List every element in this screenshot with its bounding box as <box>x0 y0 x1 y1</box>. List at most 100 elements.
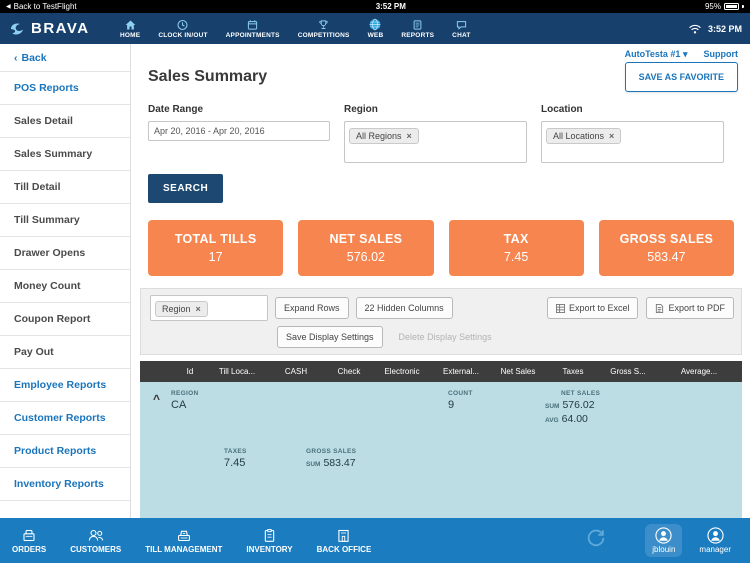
sidebar-item-sales-detail[interactable]: Sales Detail <box>0 105 130 138</box>
table-toolbar: Region × Expand Rows 22 Hidden Columns Ex… <box>140 288 742 355</box>
battery-icon <box>724 3 739 10</box>
export-excel-button[interactable]: Export to Excel <box>546 297 639 319</box>
avatar-icon <box>707 527 724 544</box>
hidden-columns-button[interactable]: 22 Hidden Columns <box>355 297 453 319</box>
trophy-icon <box>319 20 328 29</box>
footer-back-office[interactable]: BACK OFFICE <box>317 528 371 554</box>
search-button[interactable]: SEARCH <box>148 174 224 203</box>
save-as-favorite-button[interactable]: SAVE AS FAVORITE <box>624 62 738 92</box>
sidebar-item-pay-out[interactable]: Pay Out <box>0 336 130 369</box>
location-label: Location <box>541 104 583 115</box>
battery-percent: 95% <box>704 2 721 11</box>
group-region: REGION CA <box>171 390 199 411</box>
brand-name: BRAVA <box>31 20 90 37</box>
nav-competitions[interactable]: COMPETITIONS <box>298 19 350 39</box>
battery-indicator: 95% <box>705 2 744 11</box>
sidebar-item-inventory-reports[interactable]: Inventory Reports <box>0 468 130 501</box>
sidebar-item-money-count[interactable]: Money Count <box>0 270 130 303</box>
column-header-electronic[interactable]: Electronic <box>372 367 432 376</box>
back-to-testflight-label: Back to TestFlight <box>13 2 77 11</box>
kpi-total-tills: TOTAL TILLS 17 <box>148 220 284 276</box>
grouping-box[interactable]: Region × <box>150 295 268 321</box>
location-tag: All Locations × <box>546 128 622 144</box>
column-header-taxes[interactable]: Taxes <box>546 367 600 376</box>
footer-inventory[interactable]: INVENTORY <box>246 528 293 554</box>
status-time: 3:52 PM <box>375 2 406 11</box>
column-header-till-location[interactable]: Till Loca... <box>208 367 266 376</box>
remove-tag-icon[interactable]: × <box>609 131 614 141</box>
sidebar-back-link[interactable]: ‹ Back <box>0 44 130 72</box>
kpi-gross-sales: GROSS SALES 583.47 <box>598 220 734 276</box>
expand-rows-button[interactable]: Expand Rows <box>275 297 349 319</box>
sidebar-item-employee-reports[interactable]: Employee Reports <box>0 369 130 402</box>
column-header-net-sales[interactable]: Net Sales <box>490 367 546 376</box>
calendar-icon <box>248 20 258 30</box>
kpi-cards: TOTAL TILLS 17 NET SALES 576.02 TAX 7.45… <box>131 203 750 276</box>
group-region-tag: Region × <box>155 301 208 317</box>
user-manager[interactable]: manager <box>692 524 738 557</box>
date-range-input[interactable] <box>148 121 330 141</box>
support-link[interactable]: Support <box>704 49 739 60</box>
avatar-icon <box>655 527 672 544</box>
user-jblouin[interactable]: jblouin <box>645 524 683 557</box>
group-count: COUNT 9 <box>448 390 473 411</box>
region-group-row: ^ REGION CA COUNT 9 NET SALES SUM 576.02 … <box>140 382 742 518</box>
save-display-settings-button[interactable]: Save Display Settings <box>277 326 383 348</box>
taxes-value: 7.45 <box>224 457 246 469</box>
region-filter: Region All Regions × <box>344 104 527 163</box>
nav-clock-in-out[interactable]: CLOCK IN/OUT <box>158 19 207 39</box>
sidebar-item-product-reports[interactable]: Product Reports <box>0 435 130 468</box>
footer-till-management[interactable]: TILL MANAGEMENT <box>145 528 222 554</box>
back-arrow-icon: ◀ <box>6 4 11 10</box>
header-time: 3:52 PM <box>707 23 742 34</box>
sidebar-item-till-summary[interactable]: Till Summary <box>0 204 130 237</box>
kpi-net-sales: NET SALES 576.02 <box>298 220 434 276</box>
column-header-id[interactable]: Id <box>172 367 208 376</box>
nav-reports[interactable]: REPORTS <box>401 19 434 39</box>
app-screen: ◀ Back to TestFlight 3:52 PM 95% BRAVA H… <box>0 0 750 563</box>
sidebar-item-sales-summary[interactable]: Sales Summary <box>0 138 130 171</box>
chat-icon <box>456 21 466 30</box>
wifi-icon <box>689 24 701 33</box>
nav-chat[interactable]: CHAT <box>452 19 470 39</box>
nav-home[interactable]: HOME <box>120 19 140 39</box>
remove-tag-icon[interactable]: × <box>407 131 412 141</box>
page-title: Sales Summary <box>148 68 268 85</box>
column-header-cash[interactable]: CASH <box>266 367 326 376</box>
sidebar-item-customer-reports[interactable]: Customer Reports <box>0 402 130 435</box>
sidebar-item-coupon-report[interactable]: Coupon Report <box>0 303 130 336</box>
sync-icon <box>588 529 605 547</box>
location-filter: Location All Locations × <box>541 104 724 163</box>
region-select[interactable]: All Regions × <box>344 121 527 163</box>
sidebar-item-drawer-opens[interactable]: Drawer Opens <box>0 237 130 270</box>
gross-sales-sum: 583.47 <box>323 457 356 469</box>
nav-appointments[interactable]: APPOINTMENTS <box>226 19 280 39</box>
footer-customers[interactable]: CUSTOMERS <box>70 528 121 554</box>
column-header-gross-sales[interactable]: Gross S... <box>600 367 656 376</box>
brand: BRAVA <box>8 20 120 37</box>
group-region-value: CA <box>171 399 187 411</box>
column-header-external[interactable]: External... <box>432 367 490 376</box>
back-to-testflight[interactable]: ◀ Back to TestFlight <box>6 2 77 11</box>
column-header-average[interactable]: Average... <box>656 367 742 376</box>
region-label: Region <box>344 104 378 115</box>
delete-display-settings-button: Delete Display Settings <box>390 326 501 348</box>
account-selector[interactable]: AutoTesta #1 ▾ <box>625 49 688 60</box>
column-header-check[interactable]: Check <box>326 367 372 376</box>
table-header-row: Id Till Loca... CASH Check Electronic Ex… <box>140 361 742 382</box>
group-count-value: 9 <box>448 399 455 411</box>
export-pdf-button[interactable]: Export to PDF <box>646 297 734 319</box>
collapse-group-icon[interactable]: ^ <box>153 392 160 406</box>
sync-button[interactable] <box>585 527 607 554</box>
main-nav: HOME CLOCK IN/OUT APPOINTMENTS COMPETITI… <box>120 18 471 39</box>
caret-down-icon: ▾ <box>682 49 688 59</box>
spreadsheet-icon <box>555 303 565 313</box>
sidebar-item-till-detail[interactable]: Till Detail <box>0 171 130 204</box>
nav-web[interactable]: WEB <box>368 18 384 39</box>
reports-icon <box>413 20 422 30</box>
clock-icon <box>177 19 189 31</box>
remove-tag-icon[interactable]: × <box>196 304 201 314</box>
sidebar-item-pos-reports[interactable]: POS Reports <box>0 72 130 105</box>
footer-orders[interactable]: ORDERS <box>12 528 46 554</box>
location-select[interactable]: All Locations × <box>541 121 724 163</box>
